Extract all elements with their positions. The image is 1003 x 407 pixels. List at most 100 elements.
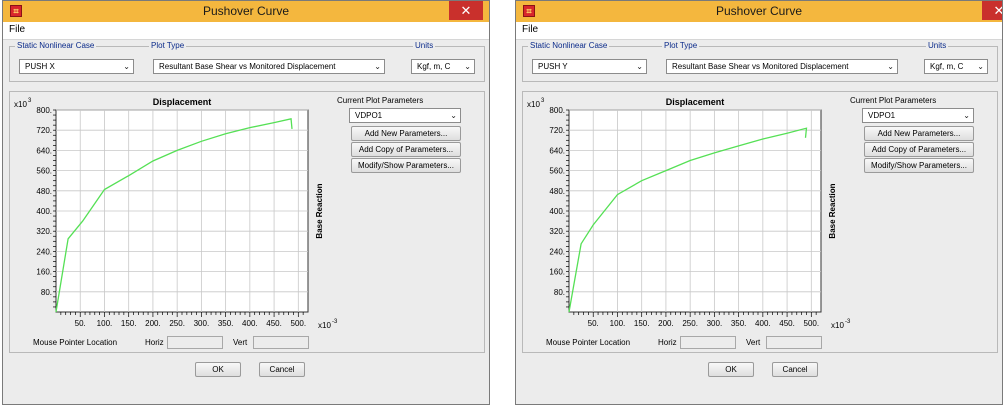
chevron-down-icon: ⌄ — [977, 62, 984, 71]
horiz-label: Horiz — [658, 338, 677, 347]
x-tick-label: 350. — [731, 319, 747, 328]
y-tick-label: 800. — [36, 106, 52, 115]
y-axis-label: Base Reaction — [828, 183, 837, 238]
y-tick-label: 80. — [554, 288, 565, 297]
y-tick-label: 720. — [36, 126, 52, 135]
y-tick-label: 560. — [36, 167, 52, 176]
x-multiplier-exponent: -3 — [845, 319, 851, 325]
static-case-label: Static Nonlinear Case — [15, 41, 97, 50]
y-tick-label: 640. — [36, 146, 52, 155]
chevron-down-icon: ⌄ — [450, 111, 457, 120]
units-dropdown[interactable]: Kgf, m, C ⌄ — [411, 59, 475, 74]
chevron-down-icon: ⌄ — [636, 62, 643, 71]
close-button[interactable]: ✕ — [982, 1, 1002, 20]
static-case-dropdown[interactable]: PUSH Y ⌄ — [532, 59, 647, 74]
x-tick-label: 500. — [804, 319, 820, 328]
units-value: Kgf, m, C — [930, 62, 964, 71]
y-tick-label: 400. — [549, 207, 565, 216]
x-tick-label: 200. — [145, 319, 161, 328]
x-tick-label: 100. — [610, 319, 626, 328]
units-label: Units — [413, 41, 436, 50]
vert-label: Vert — [746, 338, 761, 347]
y-tick-label: 400. — [36, 207, 52, 216]
units-dropdown[interactable]: Kgf, m, C ⌄ — [924, 59, 988, 74]
plot-type-label: Plot Type — [149, 41, 187, 50]
y-multiplier-exponent: 3 — [28, 98, 32, 104]
menu-bar: File — [516, 22, 1002, 40]
x-tick-label: 150. — [634, 319, 650, 328]
plot-type-dropdown[interactable]: Resultant Base Shear vs Monitored Displa… — [153, 59, 385, 74]
menu-file[interactable]: File — [522, 24, 538, 35]
x-tick-label: 150. — [121, 319, 137, 328]
y-multiplier: x10 — [14, 100, 27, 109]
x-multiplier: x10 — [831, 321, 844, 330]
menu-bar: File — [3, 22, 489, 40]
window-gap — [490, 0, 515, 407]
chevron-down-icon: ⌄ — [374, 62, 381, 71]
y-tick-label: 560. — [549, 167, 565, 176]
horiz-field — [680, 336, 736, 349]
current-params-label: Current Plot Parameters — [850, 96, 937, 105]
plot-type-value: Resultant Base Shear vs Monitored Displa… — [672, 62, 849, 71]
y-tick-label: 320. — [549, 227, 565, 236]
close-button[interactable]: ✕ — [449, 1, 483, 20]
pushover-window-1: ⌗ Pushover Curve ✕ File Static Nonlinear… — [2, 0, 490, 405]
x-tick-label: 300. — [707, 319, 723, 328]
x-tick-label: 350. — [218, 319, 234, 328]
current-params-value: VDPO1 — [355, 111, 383, 120]
cancel-button[interactable]: Cancel — [772, 362, 818, 377]
horiz-label: Horiz — [145, 338, 164, 347]
x-multiplier: x10 — [318, 321, 331, 330]
modify-show-parameters-button[interactable]: Modify/Show Parameters... — [864, 158, 974, 173]
y-axis-label: Base Reaction — [315, 183, 324, 238]
x-tick-label: 100. — [97, 319, 113, 328]
x-tick-label: 50. — [75, 319, 86, 328]
y-tick-label: 480. — [549, 187, 565, 196]
title-bar[interactable]: ⌗ Pushover Curve ✕ — [3, 1, 489, 23]
add-new-parameters-button[interactable]: Add New Parameters... — [351, 126, 461, 141]
x-tick-label: 250. — [169, 319, 185, 328]
pushover-window-2: ⌗ Pushover Curve ✕ File Static Nonlinear… — [515, 0, 1003, 405]
add-new-parameters-button[interactable]: Add New Parameters... — [864, 126, 974, 141]
current-params-dropdown[interactable]: VDPO1 ⌄ — [349, 108, 461, 123]
chevron-down-icon: ⌄ — [464, 62, 471, 71]
window-title: Pushover Curve — [715, 4, 803, 18]
vert-field — [766, 336, 822, 349]
mouse-location-label: Mouse Pointer Location — [546, 338, 631, 347]
add-copy-parameters-button[interactable]: Add Copy of Parameters... — [864, 142, 974, 157]
ok-button[interactable]: OK — [708, 362, 754, 377]
static-case-value: PUSH X — [25, 62, 55, 71]
units-label: Units — [926, 41, 949, 50]
chevron-down-icon: ⌄ — [963, 111, 970, 120]
chart-title: Displacement — [666, 97, 725, 107]
static-case-dropdown[interactable]: PUSH X ⌄ — [19, 59, 134, 74]
vert-label: Vert — [233, 338, 248, 347]
current-params-dropdown[interactable]: VDPO1 ⌄ — [862, 108, 974, 123]
add-copy-parameters-button[interactable]: Add Copy of Parameters... — [351, 142, 461, 157]
y-tick-label: 800. — [549, 106, 565, 115]
x-multiplier-exponent: -3 — [332, 319, 338, 325]
ok-button[interactable]: OK — [195, 362, 241, 377]
y-tick-label: 240. — [549, 247, 565, 256]
y-tick-label: 640. — [549, 146, 565, 155]
x-tick-label: 400. — [755, 319, 771, 328]
window-title: Pushover Curve — [202, 4, 290, 18]
x-tick-label: 400. — [242, 319, 258, 328]
plot-type-label: Plot Type — [662, 41, 700, 50]
y-multiplier: x10 — [527, 100, 540, 109]
y-tick-label: 480. — [36, 187, 52, 196]
x-tick-label: 50. — [588, 319, 599, 328]
plot-type-dropdown[interactable]: Resultant Base Shear vs Monitored Displa… — [666, 59, 898, 74]
cancel-button[interactable]: Cancel — [259, 362, 305, 377]
chevron-down-icon: ⌄ — [887, 62, 894, 71]
y-tick-label: 160. — [36, 268, 52, 277]
x-tick-label: 200. — [658, 319, 674, 328]
current-params-value: VDPO1 — [868, 111, 896, 120]
menu-file[interactable]: File — [9, 24, 25, 35]
x-tick-label: 450. — [779, 319, 795, 328]
x-tick-label: 500. — [291, 319, 307, 328]
current-params-label: Current Plot Parameters — [337, 96, 424, 105]
title-bar[interactable]: ⌗ Pushover Curve ✕ — [516, 1, 1002, 23]
modify-show-parameters-button[interactable]: Modify/Show Parameters... — [351, 158, 461, 173]
close-icon: ✕ — [994, 3, 1002, 18]
